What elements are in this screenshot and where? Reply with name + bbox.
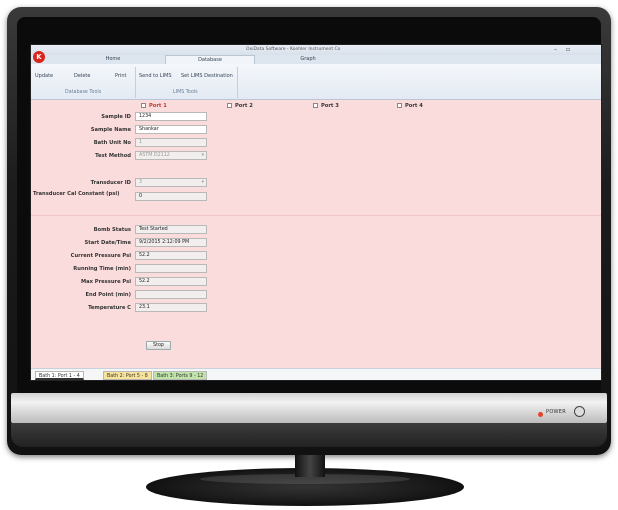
port-2-header[interactable]: Port 2 [227,103,253,109]
power-led-icon [538,412,543,417]
port-1-label: Port 1 [149,103,167,109]
end-point-value [135,290,207,299]
end-point-label: End Point (min) [85,292,132,298]
sample-id-label: Sample ID [101,114,131,120]
port-2-label: Port 2 [235,103,253,109]
ribbon-separator [135,67,136,98]
max-pressure-label: Max Pressure Psi [80,279,131,285]
port-1-checkbox[interactable] [141,103,146,108]
transducer-id-label: Transducer ID [90,180,131,186]
port-3-label: Port 3 [321,103,339,109]
tab-bath-3[interactable]: Bath 3: Ports 9 - 12 [153,371,208,380]
test-method-label: Test Method [95,153,131,159]
current-pressure-label: Current Pressure Psi [70,253,131,259]
update-button[interactable]: Update [35,73,53,79]
power-label: POWER [546,409,567,415]
app-logo-icon[interactable]: K [33,51,45,63]
stop-button[interactable]: Stop [146,341,171,350]
chevron-down-icon: ▾ [201,153,204,158]
start-datetime-value: 9/2/2015 2:12:09 PM [135,238,207,247]
bath-tab-strip: Bath 1: Port 1 - 4 Bath 2: Port 5 - 8 Ba… [31,368,601,380]
bath-unit-no-input: 1 [135,138,207,147]
maximize-icon[interactable]: ▫ [566,46,570,53]
ribbon-tabs: Home Database Graph [31,55,601,64]
chevron-down-icon: ▾ [201,180,204,185]
power-button-icon[interactable] [574,406,585,417]
temperature-label: Temperature C [88,305,131,311]
tab-bath-2[interactable]: Bath 2: Port 5 - 8 [103,371,152,380]
minimize-icon[interactable]: – [554,46,557,53]
bomb-status-label: Bomb Status [93,227,131,233]
running-time-value [135,264,207,273]
ribbon-separator [237,67,238,98]
max-pressure-value: 52.2 [135,277,207,286]
port-3-checkbox[interactable] [313,103,318,108]
monitor-frame: OxiData Software - Koehler Instrument Co… [7,7,611,455]
tab-graph[interactable]: Graph [278,55,338,64]
monitor-chin [11,393,607,423]
bomb-status-value: Test Started [135,225,207,234]
window-title: OxiData Software - Koehler Instrument Co [246,47,341,52]
section-divider [31,215,601,216]
send-to-lims-button[interactable]: Send to LIMS [139,73,172,79]
print-button[interactable]: Print [115,73,127,79]
tab-database[interactable]: Database [165,55,255,64]
lims-tools-group-label: LIMS Tools [173,90,198,95]
title-bar: OxiData Software - Koehler Instrument Co… [31,45,601,55]
delete-button[interactable]: Delete [74,73,90,79]
port-1-header[interactable]: Port 1 [141,103,167,109]
app-window: OxiData Software - Koehler Instrument Co… [30,44,602,381]
monitor-stand-neck [295,455,325,477]
port-2-checkbox[interactable] [227,103,232,108]
running-time-label: Running Time (min) [73,266,131,272]
transducer-cal-input: 0 [135,192,207,201]
port-4-checkbox[interactable] [397,103,402,108]
bath-unit-no-label: Bath Unit No [93,140,131,146]
database-tools-group-label: Database Tools [65,90,102,95]
port-4-label: Port 4 [405,103,423,109]
port-3-header[interactable]: Port 3 [313,103,339,109]
monitor-bottom-bezel [11,423,607,447]
set-lims-destination-button[interactable]: Set LIMS Destination [181,73,233,79]
sample-name-input[interactable]: Shankar [135,125,207,134]
tab-bath-1[interactable]: Bath 1: Port 1 - 4 [35,371,84,380]
current-pressure-value: 52.2 [135,251,207,260]
ribbon: Update Delete Print Database Tools Send … [31,64,601,100]
sample-id-input[interactable]: 1234 [135,112,207,121]
sample-name-label: Sample Name [90,127,131,133]
transducer-id-select[interactable]: 3 ▾ [135,178,207,187]
test-method-value: ASTM D2112 [139,153,170,158]
start-datetime-label: Start Date/Time [84,240,131,246]
tab-home[interactable]: Home [83,55,143,64]
test-method-select[interactable]: ASTM D2112 ▾ [135,151,207,160]
port-4-header[interactable]: Port 4 [397,103,423,109]
temperature-value: 23.1 [135,303,207,312]
transducer-cal-label: Transducer Cal Constant (psi) [33,191,120,197]
transducer-id-value: 3 [139,180,143,185]
port-form: Port 1 Port 2 Port 3 Port 4 Sample ID 12… [31,100,601,368]
